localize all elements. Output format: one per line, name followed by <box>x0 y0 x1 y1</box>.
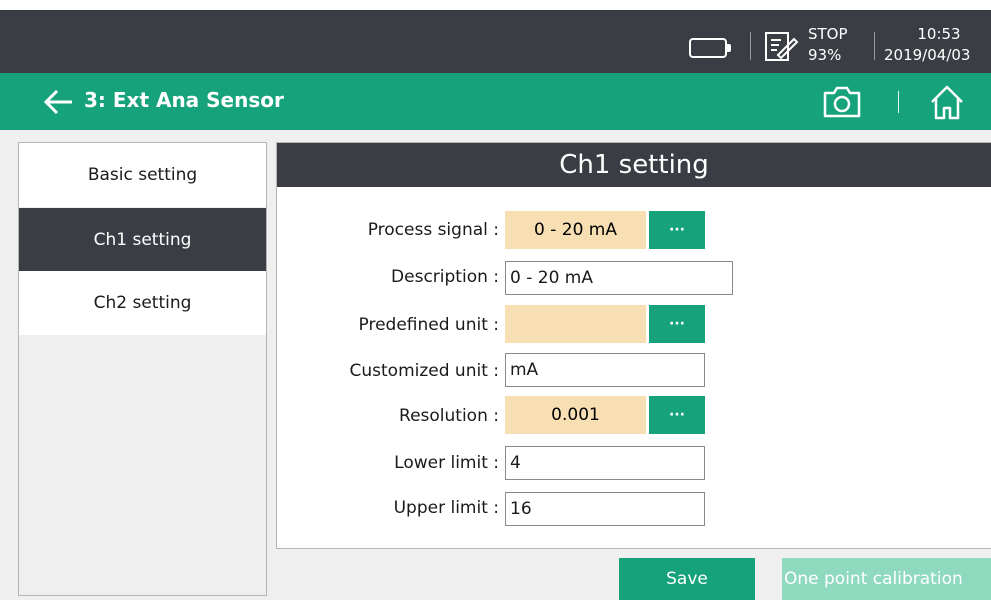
recording-status: STOP <box>808 25 848 43</box>
process-signal-label: Process signal : <box>367 220 499 240</box>
panel-title: Ch1 setting <box>277 143 991 187</box>
status-bar: STOP 93% 10:53 2019/04/03 <box>0 10 991 73</box>
settings-panel: Ch1 setting Process signal : 0 - 20 mA ·… <box>276 142 991 549</box>
status-divider <box>750 32 751 60</box>
resolution-label: Resolution : <box>399 406 499 426</box>
clock-time: 10:53 <box>917 25 961 43</box>
description-label: Description : <box>391 267 499 287</box>
process-signal-more-button[interactable]: ··· <box>649 211 705 249</box>
sidebar-item-label: Ch2 setting <box>93 293 192 313</box>
predefined-unit-label: Predefined unit : <box>358 315 499 335</box>
title-bar: 3: Ext Ana Sensor <box>0 73 991 130</box>
customized-unit-label: Customized unit : <box>349 361 500 381</box>
sidebar: Basic setting Ch1 setting Ch2 setting <box>18 142 267 596</box>
title-divider <box>898 91 899 113</box>
sidebar-item-ch1-setting[interactable]: Ch1 setting <box>19 208 266 272</box>
clock-date: 2019/04/03 <box>884 46 971 64</box>
lower-limit-field[interactable]: 4 <box>505 446 705 480</box>
memory-percent: 93% <box>808 46 842 64</box>
status-divider <box>874 32 875 60</box>
logging-edit-icon <box>765 32 799 61</box>
battery-icon <box>689 38 731 58</box>
camera-icon[interactable] <box>822 85 862 119</box>
customized-unit-field[interactable]: mA <box>505 353 705 387</box>
save-button[interactable]: Save <box>619 558 755 600</box>
one-point-calibration-button[interactable]: One point calibration <box>782 558 991 600</box>
description-field[interactable]: 0 - 20 mA <box>505 261 733 295</box>
sidebar-item-label: Basic setting <box>87 165 198 185</box>
lower-limit-label: Lower limit : <box>394 453 499 473</box>
upper-limit-field[interactable]: 16 <box>505 492 705 526</box>
process-signal-select[interactable]: 0 - 20 mA <box>505 211 646 249</box>
sidebar-item-basic-setting[interactable]: Basic setting <box>19 143 266 207</box>
resolution-select[interactable]: 0.001 <box>505 396 646 434</box>
predefined-unit-more-button[interactable]: ··· <box>649 305 705 343</box>
sidebar-item-label: Ch1 setting <box>93 230 192 250</box>
page-title: 3: Ext Ana Sensor <box>84 88 284 112</box>
resolution-more-button[interactable]: ··· <box>649 396 705 434</box>
upper-limit-label: Upper limit : <box>393 498 499 518</box>
back-arrow-icon[interactable] <box>42 87 74 117</box>
predefined-unit-select[interactable] <box>505 305 646 343</box>
sidebar-item-ch2-setting[interactable]: Ch2 setting <box>19 271 266 335</box>
home-icon[interactable] <box>927 83 967 121</box>
content-area: Basic setting Ch1 setting Ch2 setting Ch… <box>0 130 991 600</box>
